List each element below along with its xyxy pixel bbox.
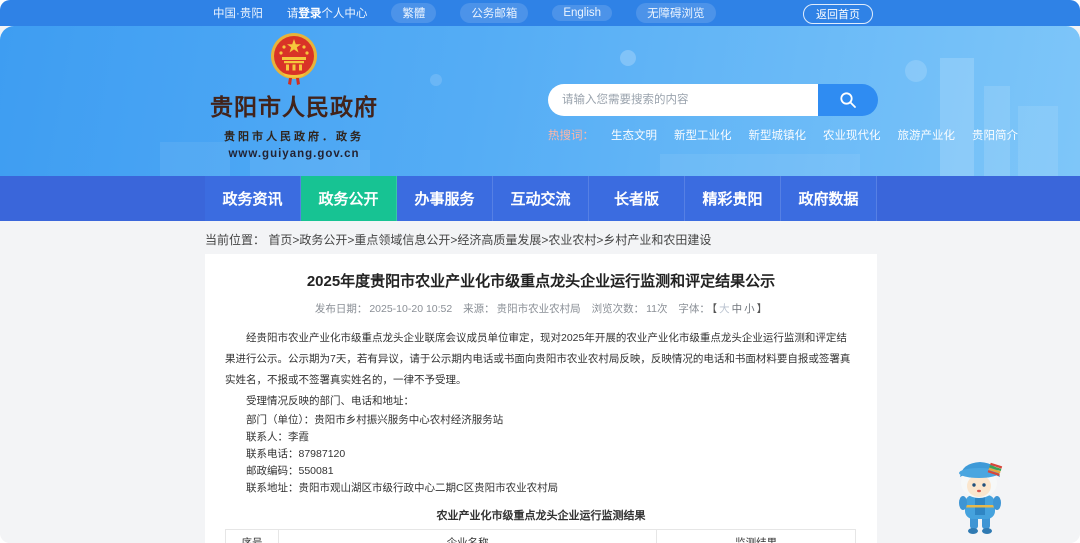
- font-size-large-button[interactable]: 大: [719, 303, 730, 315]
- article-body: 经贵阳市农业产业化市级重点龙头企业联席会议成员单位审定，现对2025年开展的农业…: [225, 328, 857, 497]
- font-size-small-button[interactable]: 小: [744, 303, 755, 315]
- nav-tab-zhengfu-shuju[interactable]: 政府数据: [781, 176, 877, 221]
- hot-word-link[interactable]: 新型工业化: [674, 127, 732, 143]
- cityscape-decoration: [1018, 106, 1058, 176]
- hot-word-link[interactable]: 旅游产业化: [898, 127, 956, 143]
- topbar-links: 中国·贵阳 请登录个人中心 繁體 公务邮箱 English 无障碍浏览: [213, 3, 716, 23]
- site-title: 贵阳市人民政府: [210, 94, 378, 120]
- article-paragraph: 受理情况反映的部门、电话和地址：: [246, 395, 414, 407]
- site-banner: 贵阳市人民政府 贵阳市人民政府．政务 www.guiyang.gov.cn 热搜…: [0, 26, 1080, 176]
- hot-word-link[interactable]: 新型城镇化: [749, 127, 807, 143]
- col-header-company: 企业名称: [277, 529, 658, 543]
- bokeh-decoration: [620, 50, 636, 66]
- content-area: 当前位置： 首页>政务公开>重点领域信息公开>经济高质量发展>农业农村>乡村产业…: [0, 221, 1080, 543]
- col-header-result: 监测结果: [656, 529, 856, 543]
- accessibility-link[interactable]: 无障碍浏览: [636, 3, 716, 23]
- region-link[interactable]: 中国·贵阳: [213, 5, 263, 21]
- results-table-title: 农业产业化市级重点龙头企业运行监测结果: [436, 510, 646, 522]
- hot-search-label: 热搜词：: [548, 130, 594, 142]
- site-url: www.guiyang.gov.cn: [228, 148, 360, 160]
- hot-word-link[interactable]: 生态文明: [611, 127, 657, 143]
- mascot-character[interactable]: [948, 453, 1012, 539]
- views-value: 11次: [646, 303, 668, 315]
- contact-person: 联系人：李霞: [246, 431, 309, 443]
- breadcrumb: 当前位置： 首页>政务公开>重点领域信息公开>经济高质量发展>农业农村>乡村产业…: [205, 231, 711, 248]
- source-label: 来源：: [463, 303, 495, 315]
- site-subtitle: 贵阳市人民政府．政务: [224, 131, 364, 143]
- login-post: 个人中心: [321, 8, 368, 20]
- font-bracket-open: 【: [711, 303, 718, 315]
- monitoring-results-table: 序号 企业名称 监测结果 1 贵州合力超市采购有限公司 合格 2 贵州友禾种业有…: [225, 529, 856, 543]
- cityscape-decoration: [660, 154, 860, 176]
- hot-word-link[interactable]: 贵阳简介: [972, 127, 1018, 143]
- bokeh-decoration: [905, 60, 927, 82]
- article-title: 2025年度贵阳市农业产业化市级重点龙头企业运行监测和评定结果公示: [306, 273, 776, 290]
- official-mail-link[interactable]: 公务邮箱: [460, 3, 529, 23]
- views-label: 浏览次数：: [591, 303, 645, 315]
- national-emblem-logo: [271, 33, 317, 85]
- bokeh-decoration: [430, 74, 442, 86]
- contact-postcode: 邮政编码：550081: [246, 465, 334, 477]
- search-bar: [548, 84, 878, 116]
- hot-word-link[interactable]: 农业现代化: [823, 127, 881, 143]
- table-header-row: 序号 企业名称 监测结果: [225, 529, 856, 543]
- login-link[interactable]: 请登录个人中心: [287, 5, 368, 21]
- nav-tab-zhengwu-gongkai[interactable]: 政务公开: [301, 176, 397, 221]
- search-button[interactable]: [818, 84, 878, 116]
- nav-tab-hudong-jiaoliu[interactable]: 互动交流: [493, 176, 589, 221]
- site-brand[interactable]: 贵阳市人民政府 贵阳市人民政府．政务 www.guiyang.gov.cn: [205, 32, 383, 160]
- breadcrumb-label: 当前位置：: [205, 233, 266, 247]
- contact-address: 联系地址：贵阳市观山湖区市级行政中心二期C区贵阳市农业农村局: [246, 482, 559, 494]
- hot-search-row: 热搜词： 生态文明 新型工业化 新型城镇化 农业现代化 旅游产业化 贵阳简介: [548, 127, 1018, 143]
- nav-items: 政务资讯 政务公开 办事服务 互动交流 长者版 精彩贵阳 政府数据: [205, 176, 877, 221]
- main-navbar: 政务资讯 政务公开 办事服务 互动交流 长者版 精彩贵阳 政府数据: [0, 176, 1080, 221]
- contact-phone: 联系电话：87987120: [246, 448, 346, 460]
- font-size-medium-button[interactable]: 中: [732, 303, 743, 315]
- breadcrumb-path[interactable]: 首页>政务公开>重点领域信息公开>经济高质量发展>农业农村>乡村产业和农田建设: [268, 233, 711, 247]
- nav-tab-banshi-fuwu[interactable]: 办事服务: [397, 176, 493, 221]
- source-value: 贵阳市农业农村局: [496, 303, 581, 315]
- login-pre: 请: [286, 8, 299, 20]
- article-card: 2025年度贵阳市农业产业化市级重点龙头企业运行监测和评定结果公示 发布日期： 2…: [205, 254, 877, 543]
- return-home-button[interactable]: 返回首页: [803, 4, 873, 24]
- font-size-label: 字体：: [678, 303, 710, 315]
- top-utility-bar: 中国·贵阳 请登录个人中心 繁體 公务邮箱 English 无障碍浏览 返回首页: [0, 0, 1080, 26]
- government-portal-page: 中国·贵阳 请登录个人中心 繁體 公务邮箱 English 无障碍浏览 返回首页: [0, 0, 1080, 543]
- traditional-chinese-link[interactable]: 繁體: [391, 3, 437, 23]
- article-paragraph: 经贵阳市农业产业化市级重点龙头企业联席会议成员单位审定，现对2025年开展的农业…: [225, 332, 851, 386]
- search-icon: [840, 92, 856, 108]
- english-link[interactable]: English: [552, 5, 613, 21]
- search-area: 热搜词： 生态文明 新型工业化 新型城镇化 农业现代化 旅游产业化 贵阳简介: [548, 84, 1018, 143]
- contact-department: 部门（单位）：贵阳市乡村振兴服务中心农村经济服务站: [246, 414, 504, 426]
- login-highlight: 登录: [298, 8, 322, 20]
- nav-tab-zhengwu-zixun[interactable]: 政务资讯: [205, 176, 301, 221]
- publish-date: 2025-10-20 10:52: [369, 303, 453, 315]
- article-meta: 发布日期： 2025-10-20 10:52 来源： 贵阳市农业农村局 浏览次数： 1…: [225, 301, 857, 316]
- nav-tab-zhangzheban[interactable]: 长者版: [589, 176, 685, 221]
- cityscape-decoration: [940, 58, 974, 176]
- nav-tab-jingcai-guiyang[interactable]: 精彩贵阳: [685, 176, 781, 221]
- font-bracket-close: 】: [756, 303, 768, 315]
- col-header-index: 序号: [225, 529, 279, 543]
- publish-date-label: 发布日期：: [314, 303, 368, 315]
- search-input[interactable]: [548, 84, 818, 116]
